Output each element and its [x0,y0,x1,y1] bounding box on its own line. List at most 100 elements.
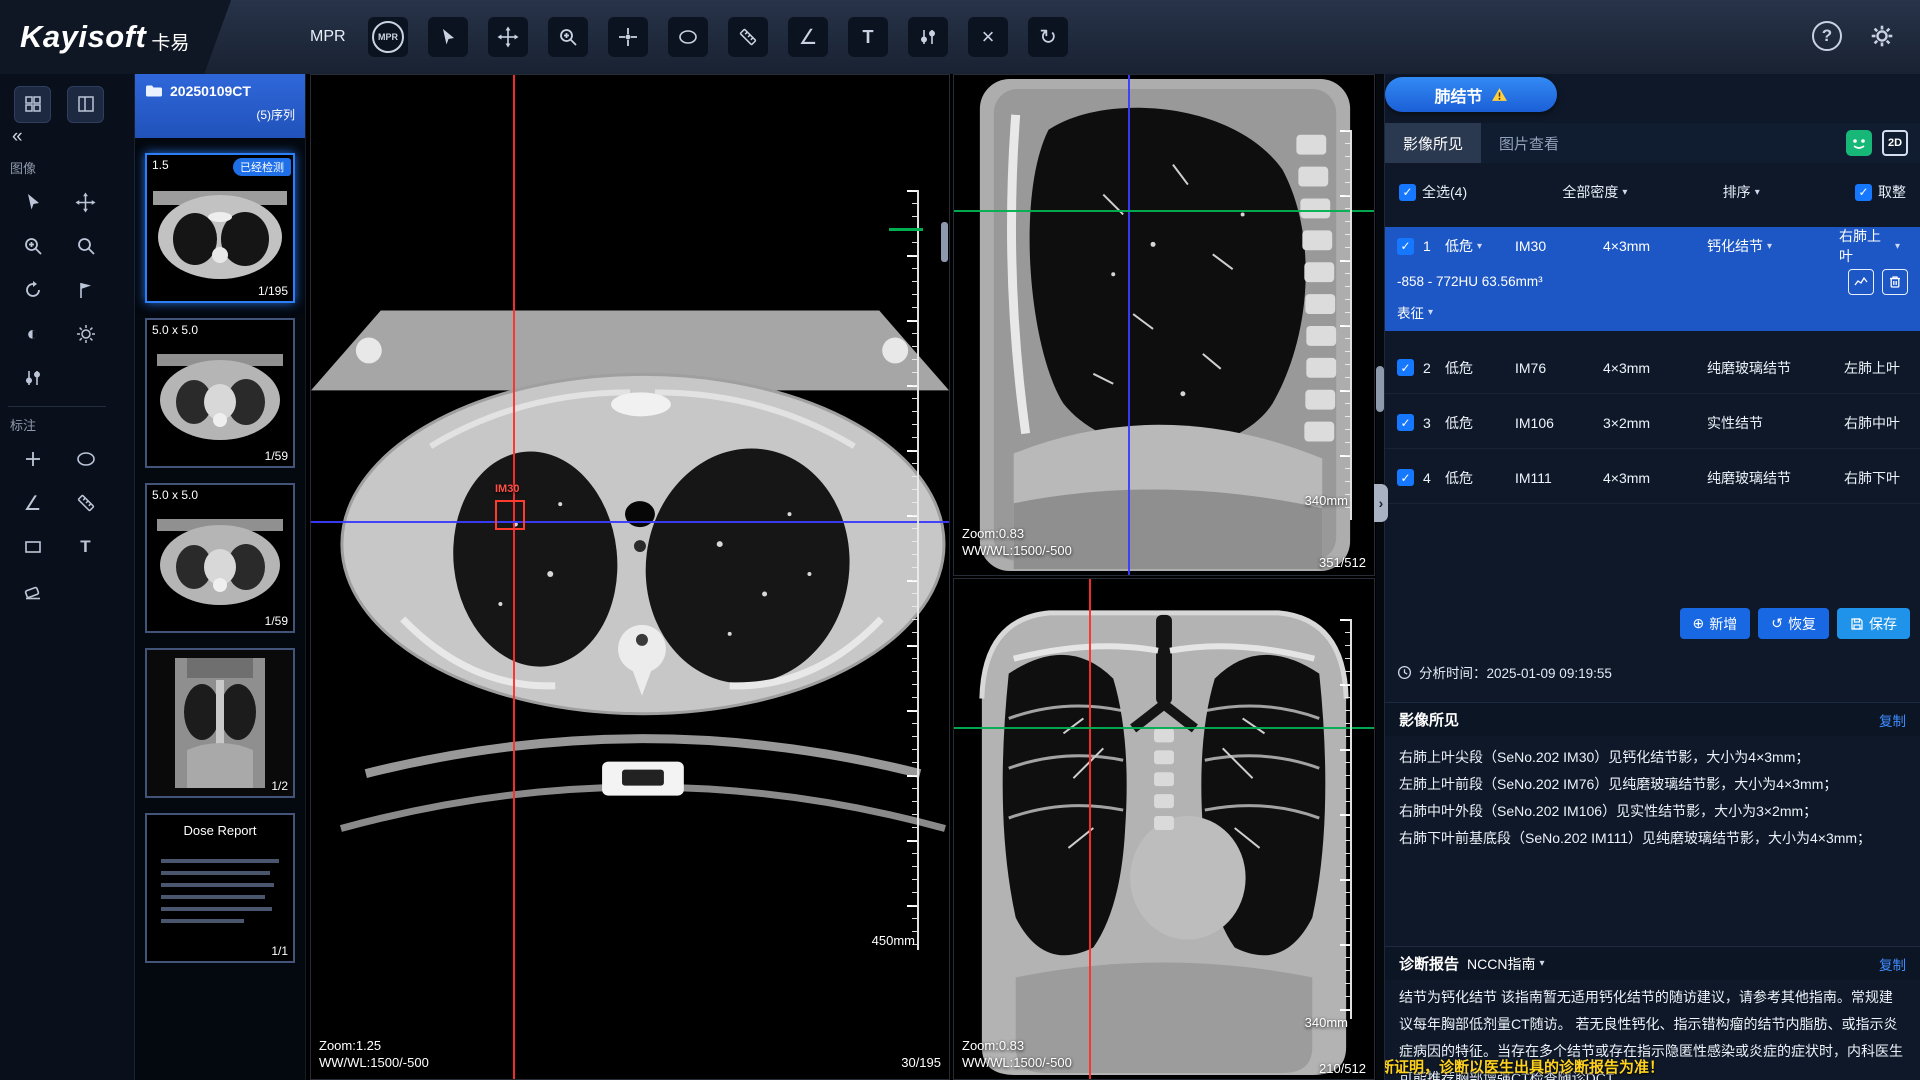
cross-annotation-tool[interactable] [14,441,51,478]
copy-findings-link[interactable]: 复制 [1879,710,1906,730]
reset-tool-button[interactable]: ↻ [1028,17,1068,57]
localizer-tool-button[interactable] [608,17,648,57]
axial-viewport[interactable]: IM30 450mm Zoom:1.25 WW/WL:1500/-500 30/… [310,74,950,1080]
round-checkbox[interactable]: ✓取整 [1855,182,1906,202]
nodule-row-3[interactable]: ✓ 3 低危 IM106 3×2mm 实性结节 右肺中叶 [1385,397,1920,449]
magnify-tool-side[interactable] [67,228,104,265]
histogram-button[interactable] [1848,269,1874,295]
check-icon: ✓ [1399,184,1416,201]
nodule-risk: 低危 [1445,468,1515,488]
series-thumbnail-4[interactable]: 1/2 [145,648,295,798]
pointer-tool-button[interactable] [428,17,468,57]
restore-button[interactable]: ↺恢复 [1758,608,1829,639]
chart-icon [1853,274,1869,290]
nodule-row-1-selected[interactable]: ✓ 1 低危▾ IM30 4×3mm 钙化结节▾ 右肺上叶▾ -858 - 77… [1385,227,1920,331]
grid-icon [23,94,43,114]
pointer-icon [438,27,458,47]
invert-tool-side[interactable]: ◐ [14,316,51,353]
findings-title: 影像所见 [1399,709,1459,730]
density-filter-dropdown[interactable]: 全部密度▾ [1562,182,1627,202]
window-level-tool-button[interactable] [908,17,948,57]
mpr-badge-button[interactable]: MPR [368,17,408,57]
nodule-row-2[interactable]: ✓ 2 低危 IM76 4×3mm 纯磨玻璃结节 左肺上叶 [1385,342,1920,394]
nodule-image-no: IM76 [1515,360,1603,376]
axial-ct-image [311,75,949,1079]
series-thumbnail-3[interactable]: 5.0 x 5.0 1/59 [145,483,295,633]
nodule-characterization-dropdown[interactable]: 表征▾ [1385,297,1920,327]
copy-report-link[interactable]: 复制 [1879,954,1906,974]
lung-nodule-module-button[interactable]: 肺结节 [1385,77,1557,112]
check-icon[interactable]: ✓ [1397,359,1414,376]
nodule-roi-box[interactable] [495,500,525,530]
guideline-dropdown[interactable]: NCCN指南▾ [1467,954,1544,974]
save-button[interactable]: 保存 [1837,608,1910,639]
nodule-size: 4×3mm [1603,360,1707,376]
pointer-tool-side[interactable] [14,184,51,221]
collapse-sidebar-button[interactable]: « [0,126,134,154]
detected-badge: 已经检测 [233,158,291,176]
flag-icon [76,280,96,300]
delete-nodule-button[interactable] [1882,269,1908,295]
angle-annotation-tool[interactable]: ∠ [14,485,51,522]
nodule-image-no: IM111 [1515,470,1603,486]
sort-dropdown[interactable]: 排序▾ [1723,182,1760,202]
nodule-location-dropdown[interactable]: 右肺上叶▾ [1839,226,1908,266]
2d-view-toggle[interactable]: 2D [1882,130,1908,156]
ellipse-tool-button[interactable] [668,17,708,57]
axial-thumb-image [147,155,293,301]
pan-tool-side[interactable] [67,184,104,221]
check-icon[interactable]: ✓ [1397,414,1414,431]
sagittal-viewport[interactable]: 340mm Zoom:0.83 WW/WL:1500/-500 351/512 [953,74,1375,576]
nodule-location: 右肺中叶 [1839,413,1908,433]
tab-findings[interactable]: 影像所见 [1385,123,1481,163]
slice-scrollbar[interactable] [941,222,948,262]
angle-tool-button[interactable]: ∠ [788,17,828,57]
thumb-thickness-label: 5.0 x 5.0 [152,323,198,337]
nodule-row-4[interactable]: ✓ 4 低危 IM111 4×3mm 纯磨玻璃结节 右肺下叶 [1385,452,1920,504]
pan-tool-button[interactable] [488,17,528,57]
brand-name: Kayisoft [20,19,146,55]
window-level-tool-side[interactable] [14,360,51,397]
nodule-type-dropdown[interactable]: 钙化结节▾ [1707,236,1839,256]
series-thumbnail-2[interactable]: 5.0 x 5.0 1/59 [145,318,295,468]
rotate-tool-side[interactable] [14,272,51,309]
grid-layout-button[interactable] [14,86,51,123]
rectangle-icon [23,537,43,557]
delete-tool-button[interactable]: × [968,17,1008,57]
window-level: WW/WL:1500/-500 [962,542,1072,559]
text-annotation-tool[interactable]: T [67,529,104,566]
plane-indicator-tick[interactable] [889,228,923,231]
risk-dropdown[interactable]: 低危▾ [1445,236,1515,256]
thumb-index: 1/59 [265,614,288,628]
eraser-annotation-tool[interactable] [14,573,51,610]
brightness-tool-side[interactable] [67,316,104,353]
ruler-tool-button[interactable] [728,17,768,57]
check-icon[interactable]: ✓ [1397,238,1414,255]
help-button[interactable]: ? [1812,21,1842,51]
nodule-number: 2 [1423,360,1445,376]
check-icon[interactable]: ✓ [1397,469,1414,486]
select-all-checkbox[interactable]: ✓全选(4) [1399,182,1467,202]
ellipse-annotation-tool[interactable] [67,441,104,478]
zoom-in-tool-side[interactable] [14,228,51,265]
coronal-viewport[interactable]: 340mm Zoom:0.83 WW/WL:1500/-500 210/512 [953,578,1375,1080]
disclaimer-marquee: 断证明，诊断以医生出具的诊断报告为准！ [1385,1056,1920,1077]
flag-tool-side[interactable] [67,272,104,309]
thumb-thickness-label: 1.5 [152,158,169,172]
scale-label: 340mm [1305,492,1348,509]
chevron-down-icon: ▾ [1428,307,1433,318]
series-thumbnail-5[interactable]: Dose Report 1/1 [145,813,295,963]
text-tool-button[interactable]: T [848,17,888,57]
scrollbar-handle[interactable] [1376,366,1384,412]
tab-image-view[interactable]: 图片查看 [1481,123,1577,163]
split-layout-button[interactable] [67,86,104,123]
zoom-tool-button[interactable] [548,17,588,57]
add-nodule-button[interactable]: ⊕新增 [1680,608,1751,639]
series-thumbnail-1[interactable]: 1.5 已经检测 1/195 [145,153,295,303]
settings-button[interactable] [1866,20,1898,52]
rectangle-annotation-tool[interactable] [14,529,51,566]
ruler-annotation-tool[interactable] [67,485,104,522]
ai-report-icon[interactable] [1846,130,1872,156]
nodule-image-no: IM106 [1515,415,1603,431]
panel-expand-tab[interactable]: › [1374,484,1388,522]
